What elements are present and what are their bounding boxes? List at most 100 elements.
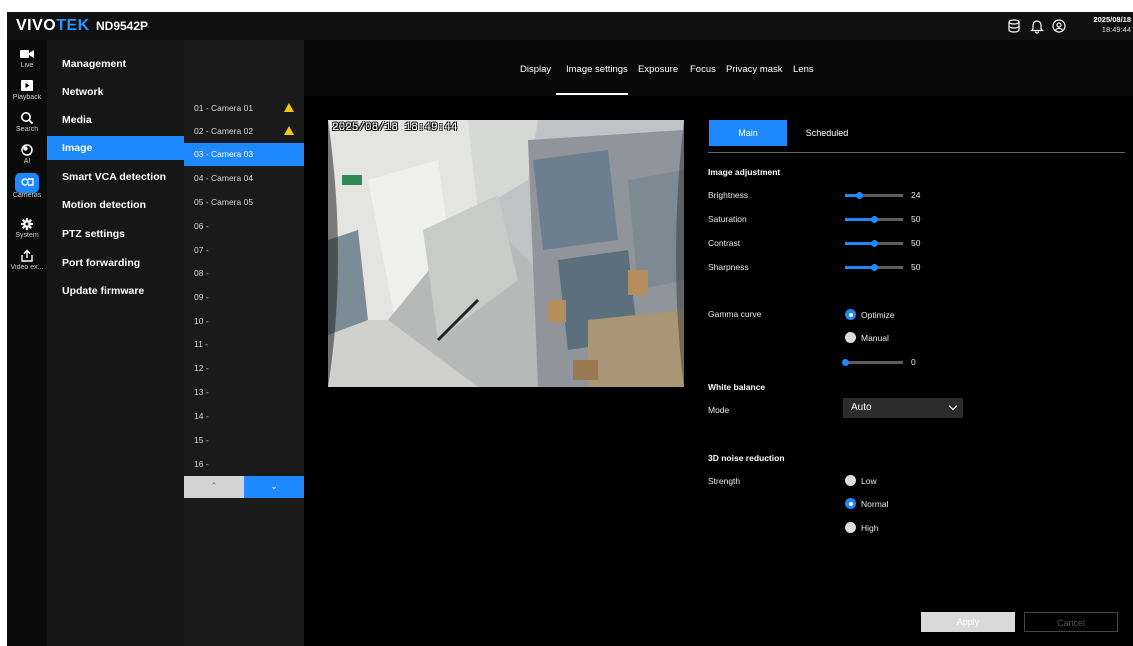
- search-icon: [21, 112, 34, 125]
- menu-item-network[interactable]: Network: [47, 80, 184, 104]
- white-balance-mode-select[interactable]: Auto: [843, 398, 963, 418]
- sharpness-slider[interactable]: [845, 264, 903, 271]
- gamma-manual-radio[interactable]: [845, 332, 856, 343]
- strength-high-radio[interactable]: [845, 522, 856, 533]
- rail-label: Video ex...: [10, 264, 44, 271]
- camera-label: 05 - Camera 05: [194, 197, 254, 207]
- camera-item[interactable]: 13 -: [184, 381, 304, 404]
- tab-privacy-mask[interactable]: Privacy mask: [726, 64, 782, 75]
- menu-item-smart-vca-detection[interactable]: Smart VCA detection: [47, 165, 184, 189]
- rail-item-search[interactable]: Search: [7, 106, 47, 138]
- camera-label: 07 -: [194, 245, 209, 255]
- slider-knob[interactable]: [871, 216, 878, 223]
- menu-item-management[interactable]: Management: [47, 52, 184, 76]
- slider-knob[interactable]: [842, 359, 849, 366]
- main-nav-rail: Live Playback Search AI Cameras System V…: [7, 40, 47, 646]
- warning-icon: [284, 126, 294, 135]
- brightness-label: Brightness: [708, 190, 749, 200]
- video-camera-icon: [20, 50, 34, 58]
- camera-item[interactable]: 12 -: [184, 357, 304, 380]
- subtab-main[interactable]: Main: [709, 120, 787, 146]
- camera-item[interactable]: 01 - Camera 01: [184, 97, 304, 120]
- menu-item-port-forwarding[interactable]: Port forwarding: [47, 251, 184, 275]
- menu-item-update-firmware[interactable]: Update firmware: [47, 279, 184, 303]
- camera-label: 04 - Camera 04: [194, 173, 254, 183]
- camera-item[interactable]: 15 -: [184, 429, 304, 452]
- brightness-slider[interactable]: [845, 192, 903, 199]
- rail-label: System: [15, 232, 39, 239]
- rail-item-ai[interactable]: AI: [7, 138, 47, 170]
- menu-item-motion-detection[interactable]: Motion detection: [47, 193, 184, 217]
- notification-bell-icon[interactable]: [1029, 18, 1045, 34]
- top-bar: VIVOTEK ND9542P 2025/08/18 18:49:44: [7, 12, 1133, 41]
- menu-item-image[interactable]: Image: [47, 136, 184, 160]
- user-account-icon[interactable]: [1051, 18, 1067, 34]
- sharpness-value: 50: [911, 262, 921, 272]
- rail-label: Playback: [12, 94, 42, 101]
- device-model: ND9542P: [96, 19, 149, 33]
- camera-item[interactable]: 10 -: [184, 310, 304, 333]
- saturation-slider[interactable]: [845, 216, 903, 223]
- rail-item-live[interactable]: Live: [7, 42, 47, 74]
- menu-item-ptz-settings[interactable]: PTZ settings: [47, 222, 184, 246]
- settings-menu: Management Network Media Image Smart VCA…: [47, 40, 184, 646]
- sharpness-label: Sharpness: [708, 262, 749, 272]
- camera-item[interactable]: 09 -: [184, 286, 304, 309]
- camera-label: 08 -: [194, 268, 209, 278]
- camera-list: 01 - Camera 01 02 - Camera 02 03 - Camer…: [184, 40, 304, 646]
- tab-exposure[interactable]: Exposure: [638, 64, 678, 75]
- rail-item-video-export[interactable]: Video ex...: [7, 244, 47, 276]
- tab-display[interactable]: Display: [520, 64, 551, 75]
- slider-knob[interactable]: [871, 240, 878, 247]
- apply-button[interactable]: Apply: [921, 612, 1015, 632]
- cancel-button[interactable]: Cancel: [1024, 612, 1118, 632]
- chevron-down-icon: [948, 401, 958, 411]
- camera-item[interactable]: 11 -: [184, 333, 304, 356]
- camera-item[interactable]: 05 - Camera 05: [184, 191, 304, 214]
- rail-label: Search: [15, 126, 39, 133]
- subtab-scheduled[interactable]: Scheduled: [788, 120, 866, 146]
- rail-item-system[interactable]: System: [7, 212, 47, 244]
- contrast-slider[interactable]: [845, 240, 903, 247]
- brightness-value: 24: [911, 190, 921, 200]
- camera-item[interactable]: 07 -: [184, 239, 304, 262]
- camera-label: 03 - Camera 03: [194, 149, 254, 159]
- gamma-optimize-radio[interactable]: [845, 309, 856, 320]
- clock: 2025/08/18 18:49:44: [1093, 15, 1131, 35]
- camera-item[interactable]: 08 -: [184, 262, 304, 285]
- active-tab-indicator: [556, 93, 628, 95]
- slider-knob[interactable]: [855, 192, 863, 199]
- slider-fill: [845, 218, 874, 221]
- page-up-button[interactable]: ⌃: [184, 476, 244, 498]
- tab-image-settings[interactable]: Image settings: [566, 64, 628, 75]
- warning-icon: [284, 103, 294, 112]
- gamma-slider[interactable]: [842, 359, 903, 366]
- tab-lens[interactable]: Lens: [793, 64, 814, 75]
- strength-normal-radio[interactable]: [845, 498, 856, 509]
- clock-date: 2025/08/18: [1093, 15, 1131, 24]
- strength-low-radio[interactable]: [845, 475, 856, 486]
- tab-focus[interactable]: Focus: [690, 64, 716, 75]
- nvr-settings-window: VIVOTEK ND9542P 2025/08/18 18:49:44 Live…: [7, 12, 1133, 646]
- strength-high-label: High: [861, 523, 879, 533]
- page-down-button[interactable]: ⌄: [244, 476, 304, 498]
- camera-label: 16 -: [194, 459, 209, 469]
- cameras-icon: [21, 178, 34, 186]
- slider-knob[interactable]: [871, 264, 878, 271]
- vivotek-logo: VIVOTEK: [16, 17, 90, 34]
- storage-icon[interactable]: [1006, 18, 1022, 34]
- camera-item[interactable]: 16 -: [184, 453, 304, 476]
- camera-item[interactable]: 14 -: [184, 405, 304, 428]
- camera-label: 10 -: [194, 316, 209, 326]
- camera-item[interactable]: 02 - Camera 02: [184, 120, 304, 143]
- camera-label: 11 -: [194, 339, 209, 349]
- contrast-label: Contrast: [708, 238, 741, 248]
- camera-item[interactable]: 04 - Camera 04: [184, 167, 304, 190]
- rail-item-cameras[interactable]: Cameras: [7, 170, 47, 206]
- menu-item-media[interactable]: Media: [47, 108, 184, 132]
- camera-item[interactable]: 03 - Camera 03: [184, 143, 304, 166]
- chevron-up-icon: ⌃: [210, 481, 218, 491]
- strength-low-label: Low: [861, 476, 877, 486]
- camera-item[interactable]: 06 -: [184, 215, 304, 238]
- rail-item-playback[interactable]: Playback: [7, 74, 47, 106]
